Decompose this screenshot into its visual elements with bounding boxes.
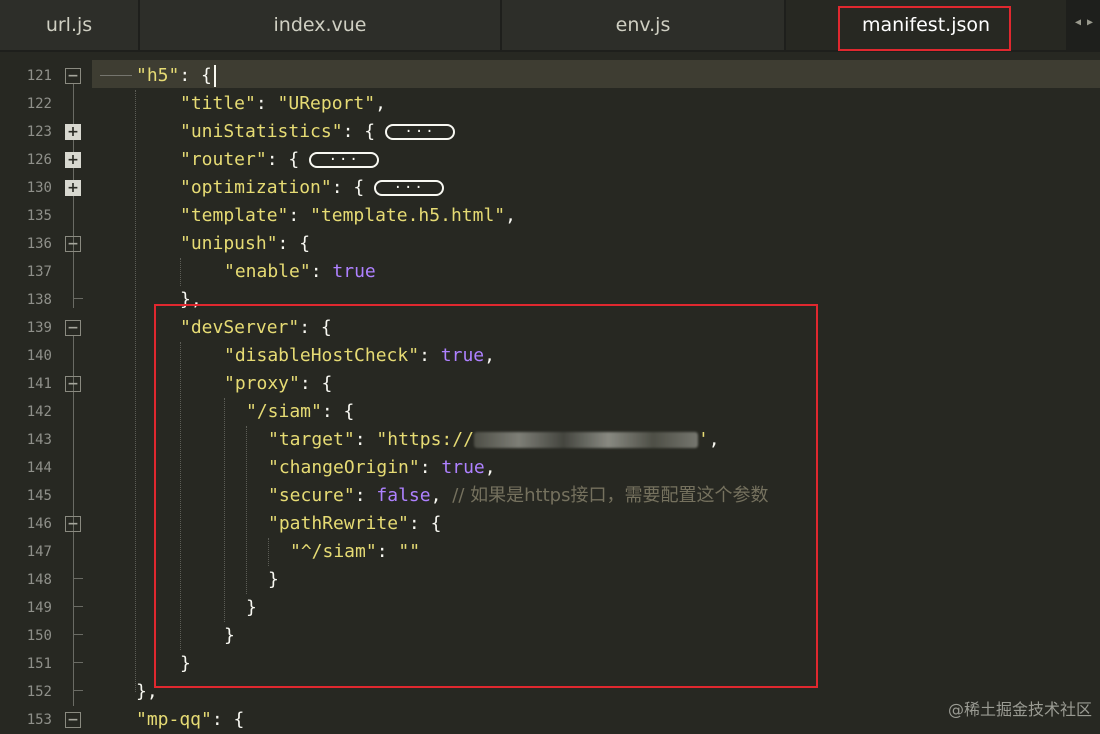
json-key: "h5" bbox=[136, 65, 180, 86]
arrow-right-icon[interactable]: ▶ bbox=[1087, 17, 1093, 28]
indent-guide bbox=[180, 258, 181, 286]
line-number: 142 bbox=[26, 404, 52, 420]
tab-highlight-box bbox=[838, 6, 1011, 51]
line-number: 151 bbox=[26, 656, 52, 672]
json-key: "router" bbox=[180, 149, 267, 170]
json-key: "unipush" bbox=[180, 233, 278, 254]
tab-label: url.js bbox=[45, 14, 93, 36]
text-cursor bbox=[213, 65, 216, 87]
line-number: 146 bbox=[26, 516, 52, 532]
json-key: "optimization" bbox=[180, 177, 332, 198]
punctuation: : { bbox=[211, 709, 245, 730]
line-number: 123 bbox=[26, 124, 52, 140]
fold-expand-icon[interactable]: + bbox=[65, 152, 81, 168]
line-number: 152 bbox=[26, 684, 52, 700]
fold-collapse-icon[interactable]: − bbox=[65, 376, 81, 392]
punctuation: : { bbox=[342, 121, 376, 142]
punctuation: : { bbox=[266, 149, 300, 170]
line-number: 139 bbox=[26, 320, 52, 336]
line-number: 145 bbox=[26, 488, 52, 504]
fold-end-tick bbox=[73, 662, 83, 663]
folded-region-ellipsis[interactable]: ··· bbox=[385, 124, 456, 140]
line-number: 135 bbox=[26, 208, 52, 224]
json-key: "title" bbox=[180, 93, 256, 114]
tab-label: env.js bbox=[615, 14, 671, 36]
punctuation: , bbox=[375, 93, 386, 114]
whitespace-marker bbox=[100, 75, 132, 76]
line-number: 153 bbox=[26, 712, 52, 728]
fold-collapse-icon[interactable]: − bbox=[65, 320, 81, 336]
tab-url-js[interactable]: url.js bbox=[0, 0, 138, 50]
fold-collapse-icon[interactable]: − bbox=[65, 68, 81, 84]
punctuation: , bbox=[505, 205, 516, 226]
gutter: 121 122 123 126 130 135 136 137 138 139 … bbox=[0, 52, 92, 728]
fold-guide bbox=[73, 252, 74, 298]
fold-expand-icon[interactable]: + bbox=[65, 124, 81, 140]
punctuation: : bbox=[288, 205, 311, 226]
line-number: 138 bbox=[26, 292, 52, 308]
line-number: 149 bbox=[26, 600, 52, 616]
punctuation: : bbox=[255, 93, 278, 114]
indent-guide bbox=[135, 90, 136, 692]
line-number: 122 bbox=[26, 96, 52, 112]
json-key: "uniStatistics" bbox=[180, 121, 343, 142]
line-number: 150 bbox=[26, 628, 52, 644]
line-number: 130 bbox=[26, 180, 52, 196]
line-number: 137 bbox=[26, 264, 52, 280]
json-key: "mp-qq" bbox=[136, 709, 212, 730]
code-line-121: "h5": { bbox=[136, 62, 216, 90]
devserver-highlight-box bbox=[154, 304, 818, 688]
punctuation: : bbox=[310, 261, 333, 282]
json-key: "enable" bbox=[224, 261, 311, 282]
punctuation: : { bbox=[277, 233, 311, 254]
line-number: 143 bbox=[26, 432, 52, 448]
code-line-135: "template": "template.h5.html", bbox=[180, 202, 516, 230]
line-number: 136 bbox=[26, 236, 52, 252]
folded-region-ellipsis[interactable]: ··· bbox=[309, 152, 380, 168]
tab-scroll-controls[interactable]: ◀ ▶ bbox=[1068, 0, 1100, 44]
json-value: "template.h5.html" bbox=[310, 205, 506, 226]
code-line-136: "unipush": { bbox=[180, 230, 310, 258]
tab-index-vue[interactable]: index.vue bbox=[140, 0, 500, 50]
line-number: 140 bbox=[26, 348, 52, 364]
json-value: true bbox=[332, 261, 376, 282]
fold-end-tick bbox=[73, 606, 83, 607]
fold-end-tick bbox=[73, 298, 83, 299]
code-line-122: "title": "UReport", bbox=[180, 90, 386, 118]
code-line-123: "uniStatistics": { ··· bbox=[180, 118, 456, 146]
punctuation: : { bbox=[179, 65, 212, 86]
tab-env-js[interactable]: env.js bbox=[502, 0, 784, 50]
code-line-153: "mp-qq": { bbox=[136, 706, 244, 734]
watermark: @稀土掘金技术社区 bbox=[947, 700, 1092, 719]
line-number: 148 bbox=[26, 572, 52, 588]
fold-end-tick bbox=[73, 690, 83, 691]
code-line-137: "enable": true bbox=[224, 258, 376, 286]
punctuation: : { bbox=[331, 177, 365, 198]
line-number: 147 bbox=[26, 544, 52, 560]
code-line-126: "router": { ··· bbox=[180, 146, 380, 174]
fold-end-tick bbox=[73, 634, 83, 635]
arrow-left-icon[interactable]: ◀ bbox=[1075, 17, 1081, 28]
json-key: "template" bbox=[180, 205, 289, 226]
folded-region-ellipsis[interactable]: ··· bbox=[374, 180, 445, 196]
fold-expand-icon[interactable]: + bbox=[65, 180, 81, 196]
json-value: "UReport" bbox=[277, 93, 376, 114]
code-line-130: "optimization": { ··· bbox=[180, 174, 445, 202]
line-number: 144 bbox=[26, 460, 52, 476]
tab-label: index.vue bbox=[273, 14, 367, 36]
fold-collapse-icon[interactable]: − bbox=[65, 516, 81, 532]
line-number: 141 bbox=[26, 376, 52, 392]
line-number: 121 bbox=[26, 68, 52, 84]
fold-collapse-icon[interactable]: − bbox=[65, 236, 81, 252]
line-number: 126 bbox=[26, 152, 52, 168]
fold-end-tick bbox=[73, 578, 83, 579]
